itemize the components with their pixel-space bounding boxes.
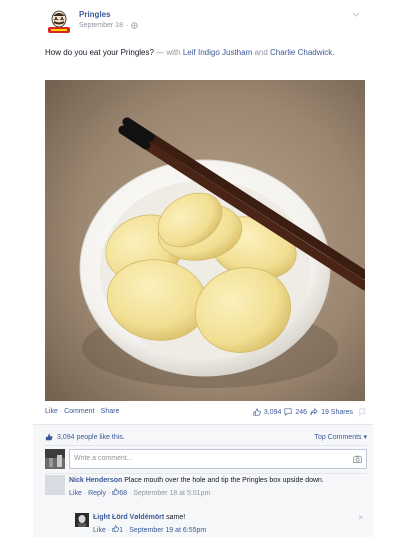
comment-bubble-icon <box>284 408 292 416</box>
reply-meta: Like · 1 · September 19 at 6:55pm <box>93 525 353 536</box>
flag-icon[interactable] <box>358 408 367 417</box>
chevron-down-icon[interactable] <box>351 10 361 20</box>
close-icon[interactable]: × <box>358 513 363 522</box>
reply-body: Łight Łörd Vøldémört same! Like · 1 · Se… <box>93 513 353 536</box>
post-photo[interactable] <box>45 80 365 401</box>
comment-meta: Like · Reply · 68 · September 18 at 5:01… <box>69 488 361 499</box>
likes-summary: 3,094 people like this. <box>45 433 125 441</box>
like-link[interactable]: Like <box>45 408 58 415</box>
commenter-avatar[interactable] <box>45 475 65 495</box>
share-link[interactable]: Share <box>101 408 120 415</box>
camera-icon[interactable] <box>353 455 362 463</box>
post-actions: Like · Comment · Share 3,094 246 19 Shar… <box>45 406 367 420</box>
action-links: Like · Comment · Share <box>45 408 119 415</box>
share-arrow-icon <box>310 408 318 416</box>
divider <box>45 473 367 474</box>
reply-like-link[interactable]: Like <box>93 527 106 534</box>
with-text: — with <box>153 48 183 57</box>
thumbs-up-icon <box>45 433 53 441</box>
shares-count[interactable]: 19 Shares <box>321 409 353 416</box>
comment-input[interactable]: Write a comment... <box>69 449 367 469</box>
comment-composer: Write a comment... <box>45 449 367 469</box>
pringles-logo-avatar[interactable] <box>45 8 73 36</box>
and-text: and <box>252 48 271 57</box>
page-name-link[interactable]: Pringles <box>79 10 111 19</box>
comment-timestamp[interactable]: September 18 at 5:01pm <box>133 490 210 497</box>
likes-summary-text[interactable]: 3,094 people like this. <box>57 434 125 441</box>
separator: · <box>125 22 129 29</box>
post-header: Pringles September 18 · <box>45 8 367 38</box>
post-card: Pringles September 18 · How do you eat y… <box>33 0 373 537</box>
top-comments-dropdown[interactable]: Top Comments ▾ <box>314 433 367 441</box>
commenter-name[interactable]: Nick Henderson <box>69 477 122 484</box>
user-avatar <box>45 449 65 469</box>
tag-charlie[interactable]: Charlie Chadwick <box>270 48 332 57</box>
replier-name[interactable]: Łight Łörd Vøldémört <box>93 514 164 521</box>
top-comments-label: Top Comments <box>314 434 362 441</box>
comment-like-link[interactable]: Like <box>69 490 82 497</box>
post-question: How do you eat your Pringles? <box>45 48 154 57</box>
chips-bowl-photo <box>45 80 365 401</box>
comments-count[interactable]: 246 <box>295 409 307 416</box>
comment-text: Place mouth over the hole and tip the Pr… <box>122 477 324 484</box>
comment-reply-link[interactable]: Reply <box>88 490 106 497</box>
feedback-section: 3,094 people like this. Top Comments ▾ W… <box>33 424 373 537</box>
period-text: . <box>332 48 335 57</box>
divider <box>45 445 367 446</box>
globe-icon <box>131 22 138 29</box>
reply-timestamp[interactable]: September 19 at 6:55pm <box>129 527 206 534</box>
post-meta: September 18 · <box>79 22 138 29</box>
chevron-down-icon: ▾ <box>363 434 367 441</box>
comment-placeholder: Write a comment... <box>74 455 133 462</box>
thumbs-up-icon <box>253 408 261 416</box>
post-stats: 3,094 246 19 Shares <box>253 408 353 416</box>
likes-count[interactable]: 3,094 <box>264 409 282 416</box>
post-date[interactable]: September 18 <box>79 22 123 29</box>
reply-text: same! <box>164 514 186 521</box>
tag-leif[interactable]: Leif Indigo Justham <box>183 48 252 57</box>
post-text: How do you eat your Pringles? — with Lei… <box>45 46 363 59</box>
comment-likes-count[interactable]: 68 <box>119 490 127 497</box>
comment-link[interactable]: Comment <box>64 408 94 415</box>
replier-avatar[interactable] <box>75 513 89 527</box>
comment-body: Nick Henderson Place mouth over the hole… <box>69 476 361 499</box>
